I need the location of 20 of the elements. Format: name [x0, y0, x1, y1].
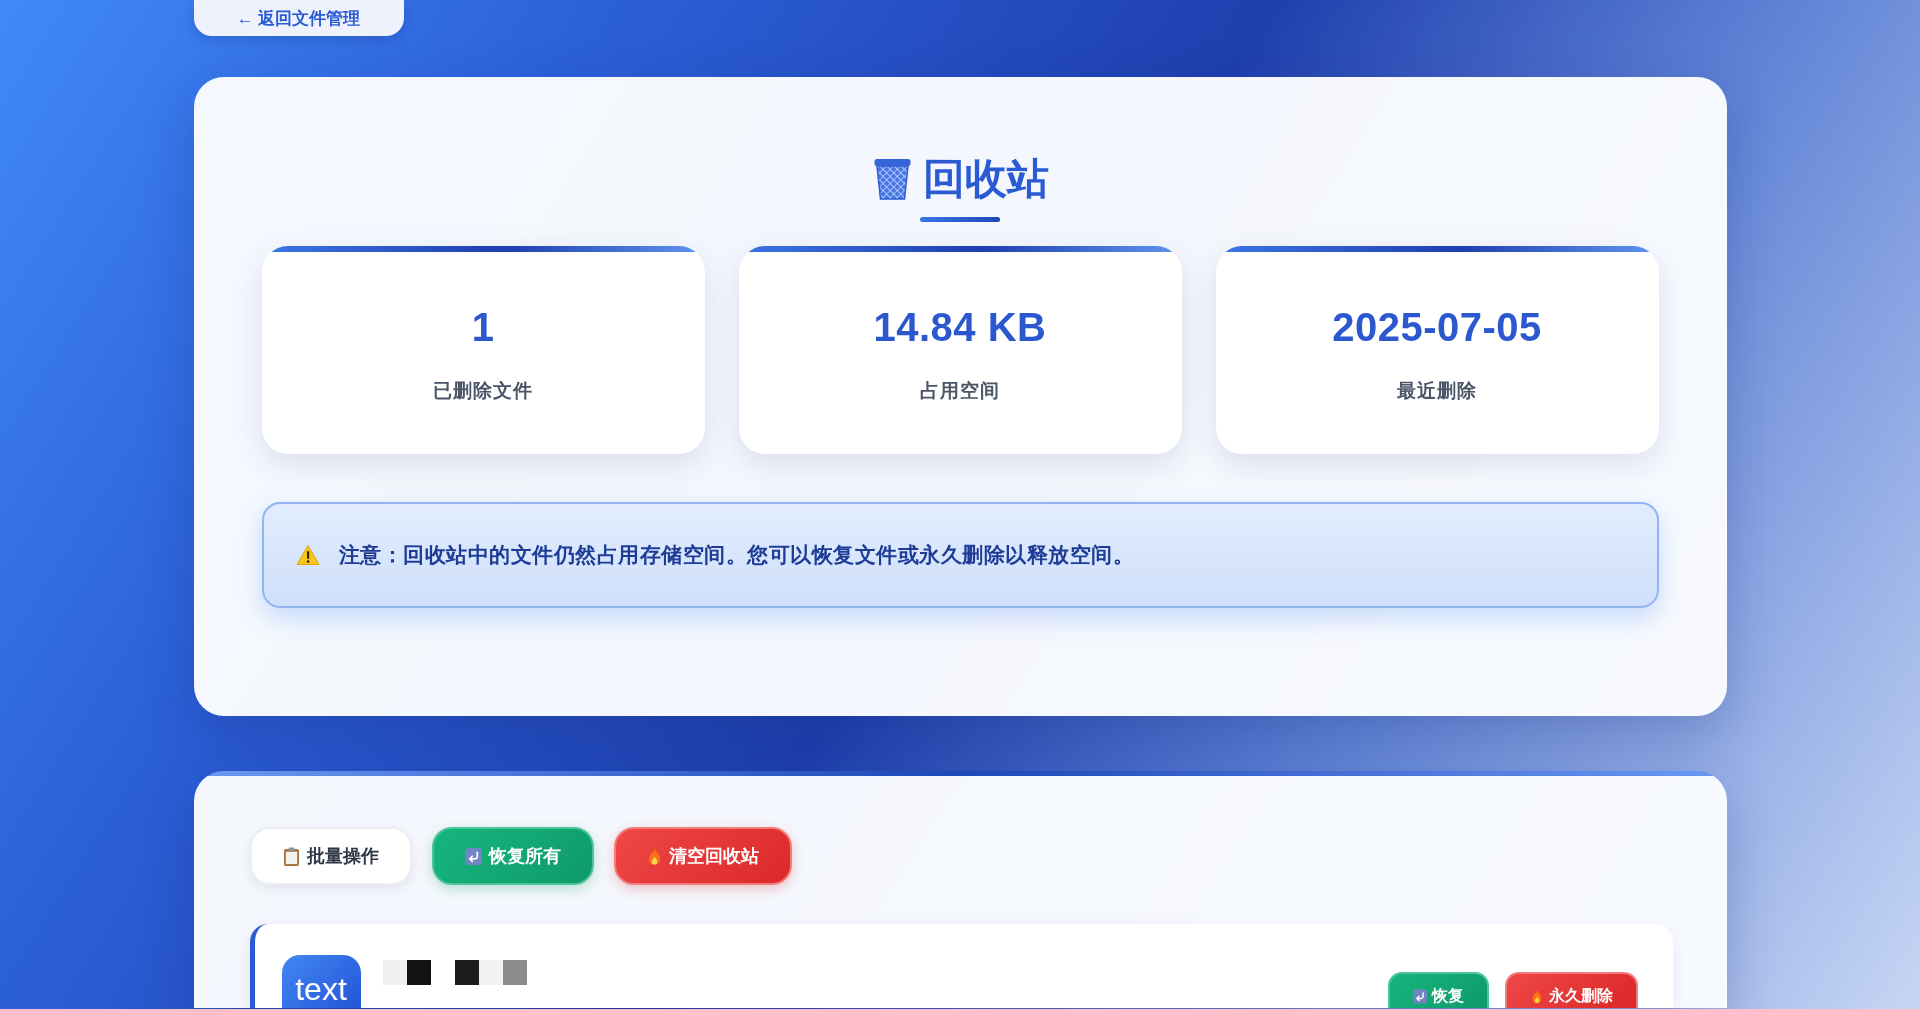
toolbar-button[interactable]: 恢复所有: [431, 827, 594, 885]
file-type-badge: text: [281, 955, 361, 1008]
return-arrow-icon: [1412, 988, 1427, 1004]
back-button[interactable]: ← 返回文件管理: [193, 0, 404, 36]
page-title: 回收站: [922, 154, 1049, 204]
flame-icon: [646, 846, 662, 866]
toolbar-button[interactable]: 批量操作: [249, 827, 412, 885]
stat-label: 最近删除: [1397, 378, 1477, 403]
clipboard-icon: [282, 846, 300, 866]
stat-label: 已删除文件: [433, 378, 533, 403]
toolbar-button[interactable]: 清空回收站: [613, 827, 792, 885]
stat-value: 1: [471, 303, 495, 351]
stat-value: 14.84 KB: [873, 303, 1047, 351]
stat-label: 占用空间: [920, 378, 1000, 403]
warning-icon: [295, 544, 320, 566]
notice-text: 注意：回收站中的文件仍然占用存储空间。您可以恢复文件或永久删除以释放空间。: [338, 542, 1134, 568]
delete-button[interactable]: 永久删除: [1504, 972, 1638, 1008]
wastebasket-icon: [871, 158, 913, 200]
stat-value: 2025-07-05: [1332, 303, 1542, 351]
restore-button[interactable]: 恢复: [1387, 972, 1489, 1008]
